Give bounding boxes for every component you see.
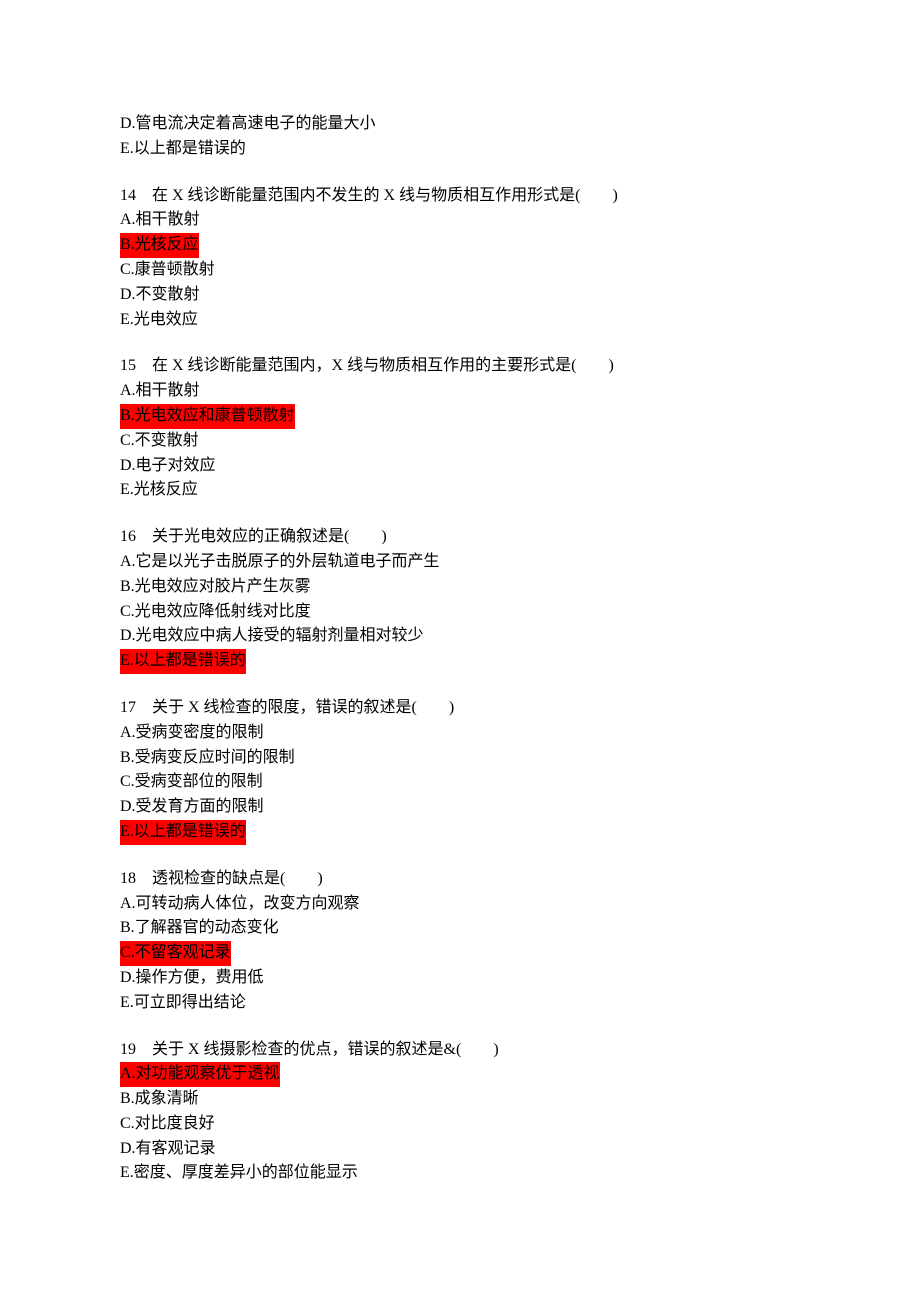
option: B.光电效应和康普顿散射: [120, 404, 800, 429]
option: E.可立即得出结论: [120, 991, 800, 1016]
option: D.光电效应中病人接受的辐射剂量相对较少: [120, 624, 800, 649]
option: E.以上都是错误的: [120, 649, 800, 674]
option: C.对比度良好: [120, 1112, 800, 1137]
question-stem: 18 透视检查的缺点是( ): [120, 867, 800, 892]
leadin-option: D.管电流决定着高速电子的能量大小: [120, 112, 800, 137]
option: B.成象清晰: [120, 1087, 800, 1112]
highlighted-answer: C.不留客观记录: [120, 941, 231, 966]
highlighted-answer: E.以上都是错误的: [120, 649, 246, 674]
highlighted-answer: B.光核反应: [120, 233, 199, 258]
question-stem: 15 在 X 线诊断能量范围内，X 线与物质相互作用的主要形式是( ): [120, 354, 800, 379]
option: A.对功能观察优于透视: [120, 1062, 800, 1087]
option: C.不变散射: [120, 429, 800, 454]
option: B.光核反应: [120, 233, 800, 258]
option: E.光核反应: [120, 478, 800, 503]
option: C.受病变部位的限制: [120, 770, 800, 795]
option: D.有客观记录: [120, 1137, 800, 1162]
question-stem: 16 关于光电效应的正确叙述是( ): [120, 525, 800, 550]
option: E.密度、厚度差异小的部位能显示: [120, 1161, 800, 1186]
option: D.受发育方面的限制: [120, 795, 800, 820]
option: D.操作方便，费用低: [120, 966, 800, 991]
option: C.不留客观记录: [120, 941, 800, 966]
option: C.康普顿散射: [120, 258, 800, 283]
option: A.相干散射: [120, 208, 800, 233]
document-page: D.管电流决定着高速电子的能量大小 E.以上都是错误的 14 在 X 线诊断能量…: [0, 0, 920, 1302]
option: A.可转动病人体位，改变方向观察: [120, 892, 800, 917]
question-stem: 14 在 X 线诊断能量范围内不发生的 X 线与物质相互作用形式是( ): [120, 184, 800, 209]
option: B.光电效应对胶片产生灰雾: [120, 575, 800, 600]
option: A.相干散射: [120, 379, 800, 404]
option: A.受病变密度的限制: [120, 721, 800, 746]
option: B.受病变反应时间的限制: [120, 746, 800, 771]
option: D.电子对效应: [120, 454, 800, 479]
highlighted-answer: A.对功能观察优于透视: [120, 1062, 280, 1087]
highlighted-answer: E.以上都是错误的: [120, 820, 246, 845]
leadin-option: E.以上都是错误的: [120, 137, 800, 162]
option: E.光电效应: [120, 308, 800, 333]
question-stem: 19 关于 X 线摄影检查的优点，错误的叙述是&( ): [120, 1038, 800, 1063]
option: E.以上都是错误的: [120, 820, 800, 845]
option: B.了解器官的动态变化: [120, 916, 800, 941]
option: D.不变散射: [120, 283, 800, 308]
option: A.它是以光子击脱原子的外层轨道电子而产生: [120, 550, 800, 575]
question-stem: 17 关于 X 线检查的限度，错误的叙述是( ): [120, 696, 800, 721]
highlighted-answer: B.光电效应和康普顿散射: [120, 404, 295, 429]
option: C.光电效应降低射线对比度: [120, 600, 800, 625]
